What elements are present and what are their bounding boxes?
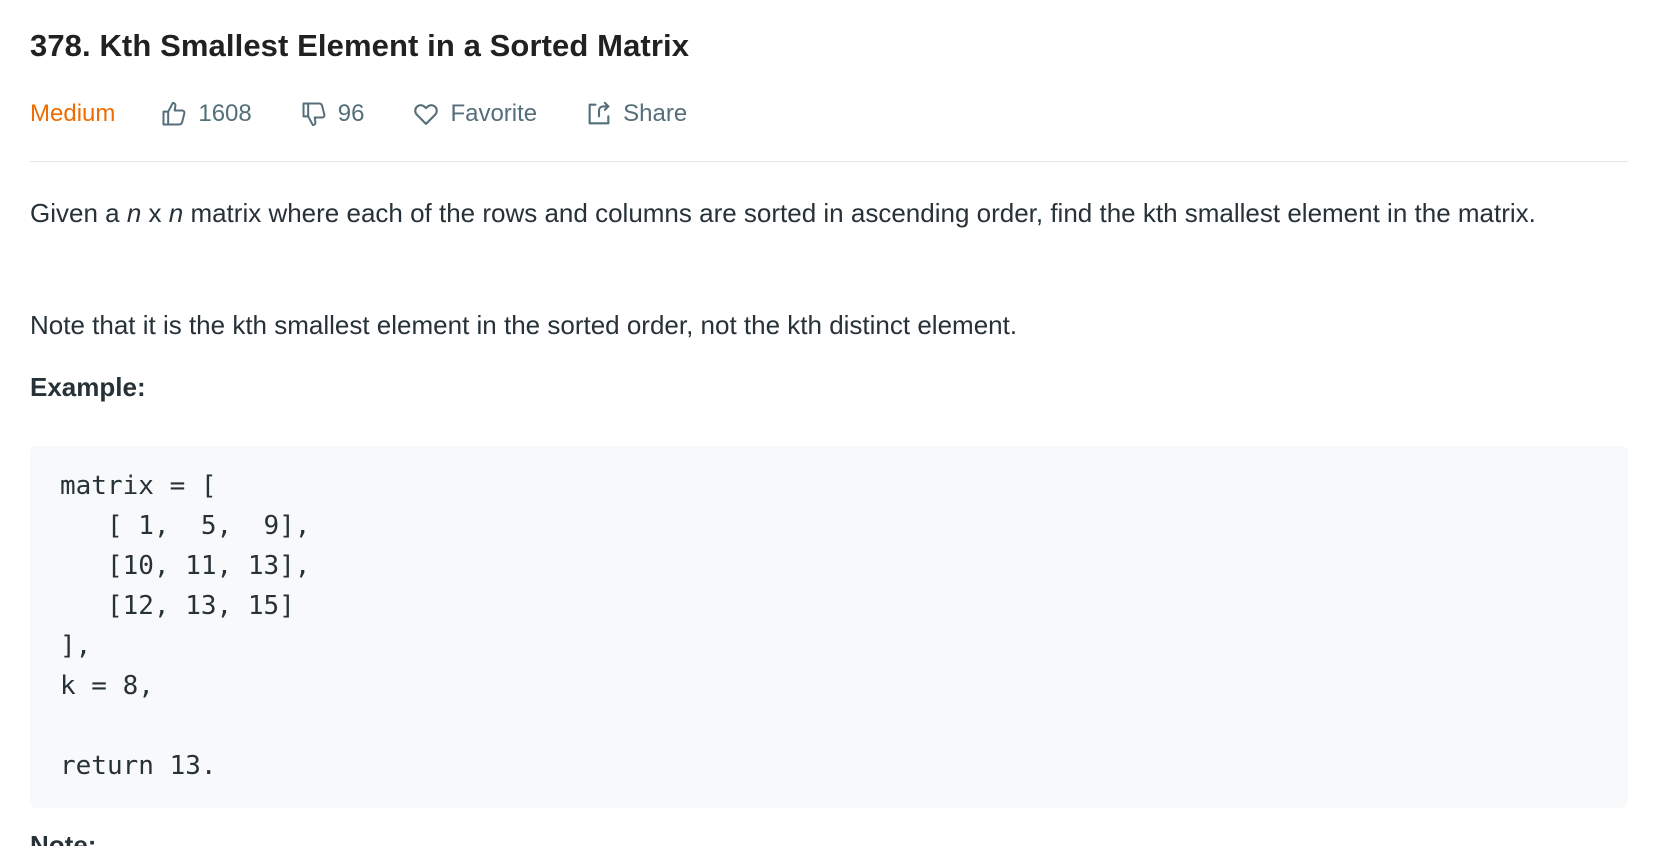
dislike-button[interactable]: 96	[300, 100, 365, 128]
like-count: 1608	[198, 100, 252, 127]
note-heading: Note:	[30, 830, 97, 846]
description-variable-n: n	[168, 198, 184, 228]
description-text: x	[141, 198, 169, 228]
heart-icon	[414, 104, 439, 125]
example-heading: Example:	[30, 372, 146, 402]
header-divider	[30, 161, 1628, 162]
description-text: Given a	[30, 198, 127, 228]
description-text: matrix where each of the rows and column…	[183, 198, 1536, 228]
description-variable-n: n	[126, 198, 142, 228]
favorite-button[interactable]: Favorite	[412, 100, 537, 128]
example-code: matrix = [ [ 1, 5, 9], [10, 11, 13], [12…	[60, 471, 311, 781]
description-paragraph: Given a n x n matrix where each of the r…	[30, 192, 1628, 234]
thumbs-up-icon	[162, 101, 186, 126]
share-icon	[588, 101, 610, 125]
favorite-label: Favorite	[450, 100, 538, 127]
share-button[interactable]: Share	[585, 100, 687, 128]
note-paragraph: Note that it is the kth smallest element…	[30, 310, 1018, 340]
share-label: Share	[623, 100, 688, 127]
thumbs-down-icon	[302, 102, 326, 127]
difficulty-label: Medium	[30, 100, 116, 127]
problem-meta-row: Medium 1608 96 Favorite Share	[30, 94, 735, 134]
like-button[interactable]: 1608	[160, 100, 252, 128]
example-code-block: matrix = [ [ 1, 5, 9], [10, 11, 13], [12…	[30, 446, 1628, 808]
problem-title: 378. Kth Smallest Element in a Sorted Ma…	[30, 28, 690, 63]
dislike-count: 96	[337, 100, 365, 127]
